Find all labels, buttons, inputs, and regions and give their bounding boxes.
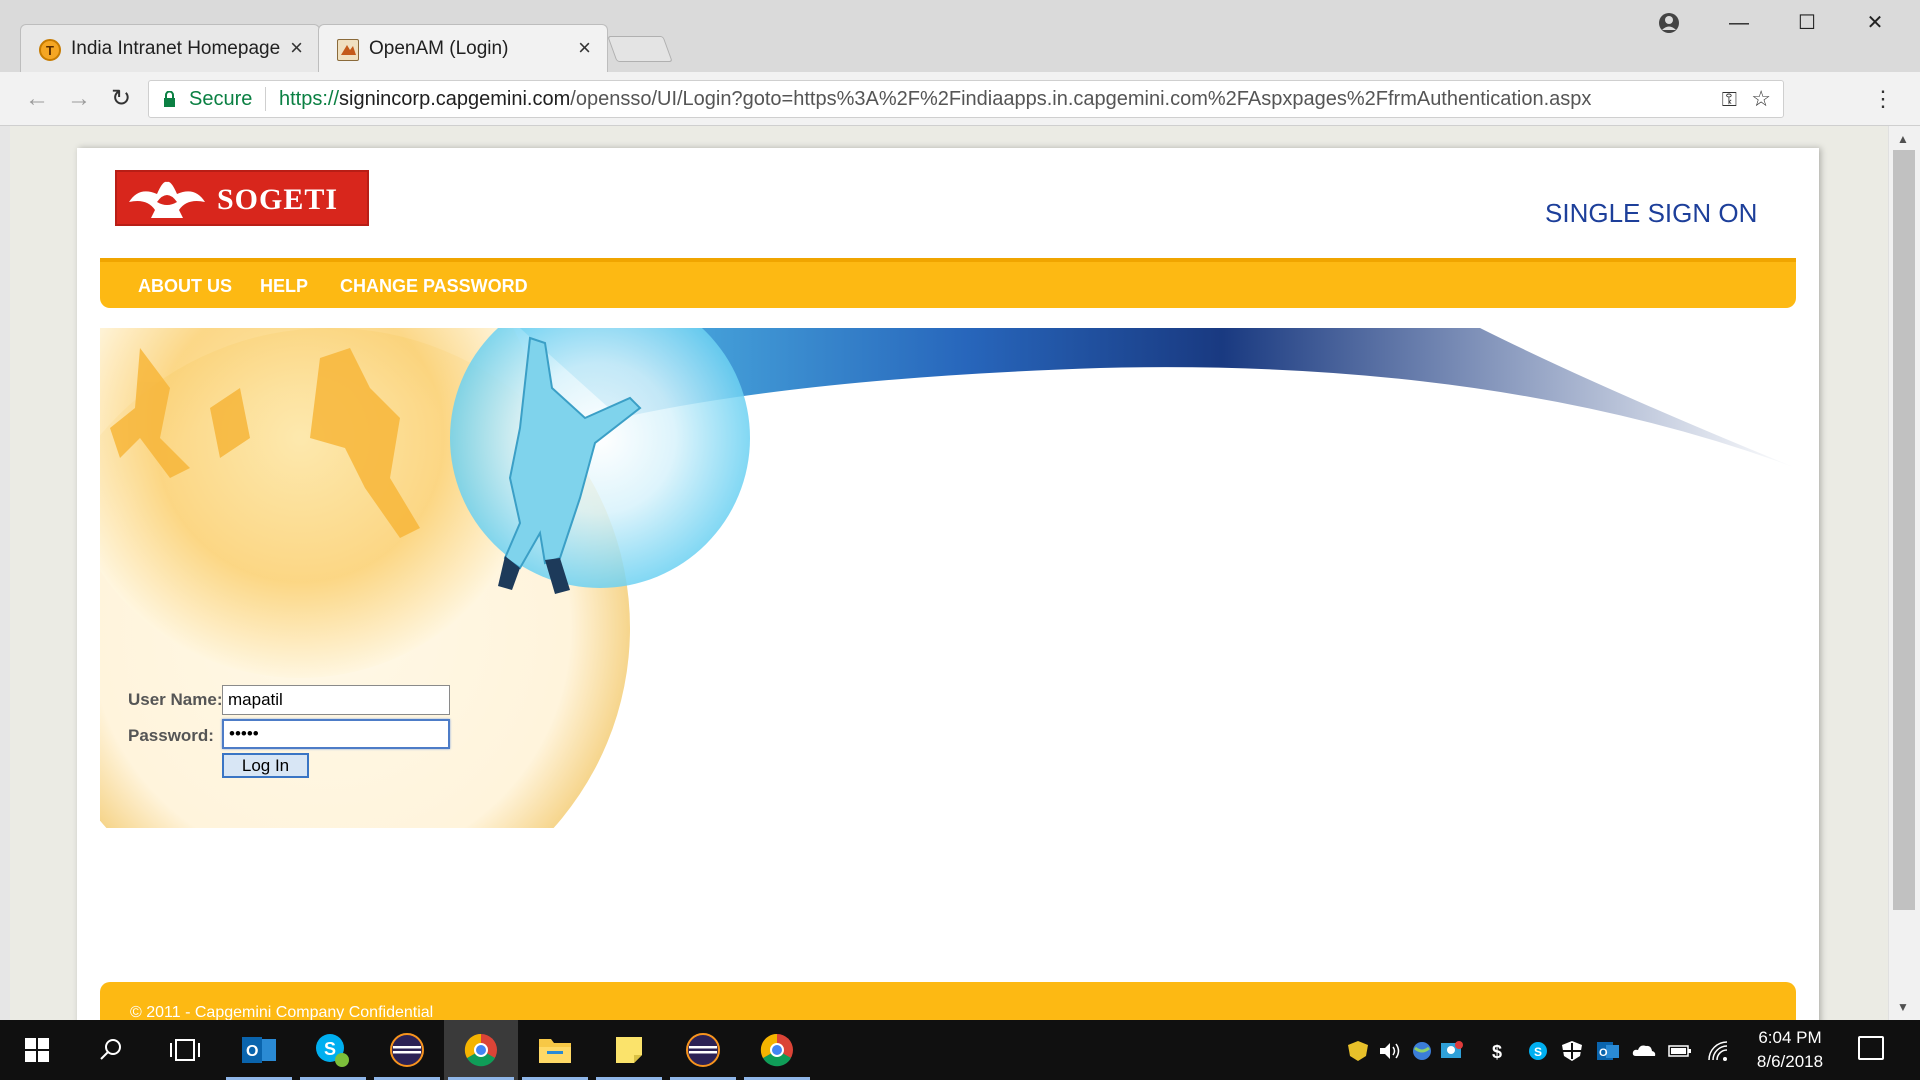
defender-shield-icon[interactable] xyxy=(1560,1040,1584,1062)
nav-help[interactable]: HELP xyxy=(260,276,308,297)
url-scheme: https:// xyxy=(279,88,340,110)
search-button[interactable] xyxy=(74,1020,148,1080)
url-host: signincorp.capgemini.com xyxy=(339,88,571,110)
nav-change-password[interactable]: CHANGE PASSWORD xyxy=(340,276,528,297)
svg-text:O: O xyxy=(1599,1047,1608,1059)
chrome-icon xyxy=(760,1033,793,1067)
back-button[interactable]: ← xyxy=(22,84,52,114)
outlook-tray-icon[interactable]: O xyxy=(1596,1040,1620,1062)
svg-text:$: $ xyxy=(1492,1042,1502,1062)
scrollbar-thumb[interactable] xyxy=(1893,150,1915,910)
url-text[interactable]: https://signincorp.capgemini.com/opensso… xyxy=(279,88,1591,111)
spade-icon xyxy=(129,181,205,218)
logo-text: SOGETI xyxy=(217,183,339,216)
login-button[interactable]: Log In xyxy=(222,753,309,778)
menu-icon[interactable]: ⋮ xyxy=(1872,86,1894,112)
nav-about-us[interactable]: ABOUT US xyxy=(138,276,232,297)
star-icon[interactable]: ☆ xyxy=(1751,86,1771,112)
onedrive-cloud-icon[interactable] xyxy=(1632,1040,1656,1062)
page-viewport: SOGETI SINGLE SIGN ON ABOUT US HELP CHAN… xyxy=(10,126,1890,1020)
main-nav: ABOUT US HELP CHANGE PASSWORD xyxy=(100,258,1796,308)
scroll-down-arrow-icon[interactable]: ▼ xyxy=(1897,1000,1909,1014)
close-window-button[interactable]: ✕ xyxy=(1850,8,1900,38)
svg-text:S: S xyxy=(1534,1045,1542,1059)
tab-strip: T India Intranet Homepage × OpenAM (Logi… xyxy=(0,0,1920,72)
password-label: Password: xyxy=(128,726,214,745)
hero-banner-image xyxy=(100,328,1796,828)
new-tab-button[interactable] xyxy=(607,36,673,62)
taskbar-chrome-active[interactable] xyxy=(444,1020,518,1080)
taskbar-outlook[interactable]: O xyxy=(222,1020,296,1080)
window-edge xyxy=(0,126,10,1020)
taskbar-sticky-notes[interactable] xyxy=(592,1020,666,1080)
url-path: /opensso/UI/Login?goto=https%3A%2F%2Find… xyxy=(570,88,1592,110)
meeting-app-icon[interactable] xyxy=(1440,1040,1464,1062)
start-button[interactable] xyxy=(0,1020,74,1080)
tab-close-icon[interactable]: × xyxy=(290,35,303,61)
address-bar[interactable]: Secure https://signincorp.capgemini.com/… xyxy=(148,80,1784,118)
tab-close-icon[interactable]: × xyxy=(578,35,591,61)
taskbar-chrome-2[interactable] xyxy=(740,1020,814,1080)
maximize-button[interactable]: ☐ xyxy=(1782,8,1832,38)
dollar-icon[interactable]: $ xyxy=(1486,1040,1510,1062)
vertical-scrollbar[interactable]: ▲ ▼ xyxy=(1888,126,1920,1020)
forward-button[interactable]: → xyxy=(64,84,94,114)
tab-title: India Intranet Homepage xyxy=(71,38,281,59)
svg-text:S: S xyxy=(324,1039,336,1059)
volume-icon[interactable] xyxy=(1378,1040,1402,1062)
network-globe-icon[interactable] xyxy=(1410,1040,1434,1062)
page-footer: © 2011 - Capgemini Company Confidential xyxy=(100,982,1796,1020)
taskbar-file-explorer[interactable] xyxy=(518,1020,592,1080)
secure-label: Secure xyxy=(189,88,253,110)
key-icon[interactable]: ⚿ xyxy=(1722,89,1737,112)
windows-logo-icon xyxy=(25,1038,49,1062)
lock-icon xyxy=(163,90,176,107)
security-shield-icon[interactable] xyxy=(1346,1040,1370,1062)
minimize-button[interactable]: — xyxy=(1714,8,1764,38)
login-page: SOGETI SINGLE SIGN ON ABOUT US HELP CHAN… xyxy=(77,148,1819,1020)
username-input[interactable] xyxy=(222,685,450,715)
file-explorer-icon xyxy=(539,1039,571,1063)
reload-button[interactable]: ↻ xyxy=(106,84,136,114)
battery-icon[interactable] xyxy=(1668,1040,1692,1062)
taskbar-eclipse[interactable] xyxy=(370,1020,444,1080)
skype-icon: S xyxy=(316,1034,349,1067)
tab-openam-login[interactable]: OpenAM (Login) × xyxy=(318,24,608,72)
omnibox-divider xyxy=(265,87,266,111)
taskbar-clock[interactable]: 6:04 PM 8/6/2018 xyxy=(1740,1026,1840,1074)
taskbar-skype[interactable]: S xyxy=(296,1020,370,1080)
taskbar-eclipse-2[interactable] xyxy=(666,1020,740,1080)
tab-title: OpenAM (Login) xyxy=(369,38,509,59)
notifications-icon[interactable] xyxy=(1858,1036,1884,1060)
outlook-icon: O xyxy=(242,1037,276,1063)
sogeti-logo: SOGETI xyxy=(115,170,369,226)
task-view-button[interactable] xyxy=(148,1020,222,1080)
intranet-favicon-icon: T xyxy=(39,39,61,61)
eclipse-icon xyxy=(390,1033,424,1067)
profile-icon[interactable] xyxy=(1644,8,1694,38)
task-view-icon xyxy=(170,1039,200,1061)
svg-text:O: O xyxy=(246,1043,258,1060)
tab-india-intranet[interactable]: T India Intranet Homepage × xyxy=(20,24,320,72)
chrome-icon xyxy=(464,1033,497,1067)
password-input[interactable] xyxy=(222,719,450,749)
clock-time: 6:04 PM xyxy=(1758,1028,1822,1047)
username-label: User Name: xyxy=(128,690,223,709)
sticky-notes-icon xyxy=(616,1037,642,1063)
search-icon xyxy=(100,1039,121,1060)
skype-tray-icon[interactable]: S xyxy=(1526,1040,1550,1062)
windows-taskbar: O S $ S O 6:04 PM 8/6/2018 xyxy=(0,1020,1920,1080)
eclipse-icon xyxy=(686,1033,720,1067)
clock-date: 8/6/2018 xyxy=(1756,1052,1824,1071)
browser-chrome: T India Intranet Homepage × OpenAM (Logi… xyxy=(0,0,1920,126)
wifi-icon[interactable] xyxy=(1706,1040,1730,1062)
copyright-text: © 2011 - Capgemini Company Confidential xyxy=(130,1004,434,1020)
page-title: SINGLE SIGN ON xyxy=(1545,198,1758,228)
openam-favicon-icon xyxy=(337,39,359,61)
browser-toolbar: ← → ↻ Secure https://signincorp.capgemin… xyxy=(0,72,1920,126)
svg-text:T: T xyxy=(46,43,54,58)
scroll-up-arrow-icon[interactable]: ▲ xyxy=(1897,132,1909,146)
